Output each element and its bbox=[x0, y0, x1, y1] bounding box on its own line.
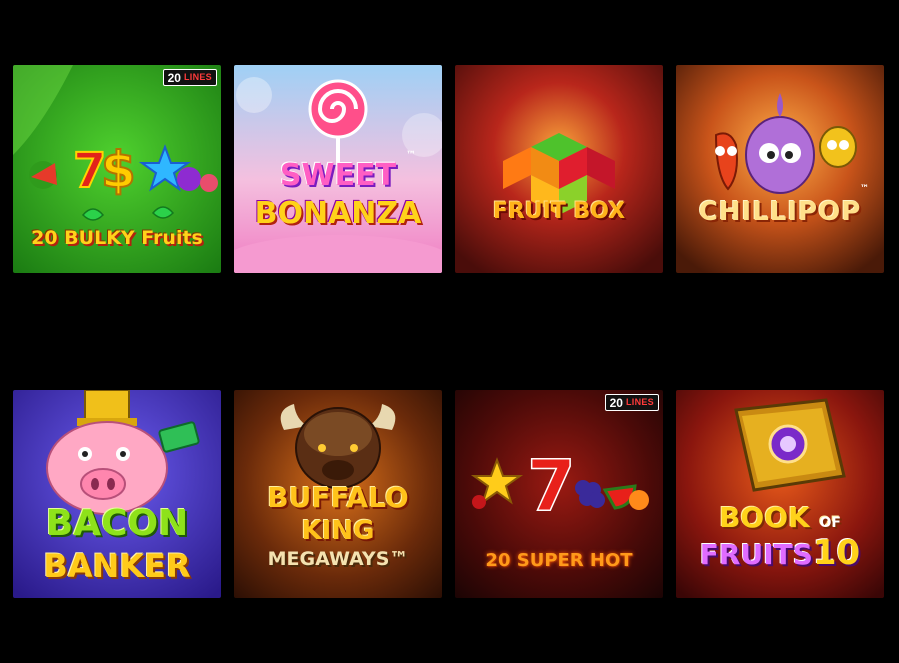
game-grid: 7 $ 20 LINES 20 BULKY Fruits SWEET BONAN… bbox=[0, 0, 899, 663]
game-tile-bacon-banker[interactable]: BACON BANKER bbox=[13, 390, 221, 598]
game-artwork-chillipop bbox=[676, 65, 884, 273]
game-tile-20-bulky-fruits[interactable]: 7 $ 20 LINES 20 BULKY Fruits bbox=[13, 65, 221, 273]
trademark-symbol: ™ bbox=[860, 184, 869, 194]
game-title-line-1: BACON bbox=[45, 503, 189, 544]
game-title-line-3: MEGAWAYS™ bbox=[267, 548, 409, 570]
lines-badge: 20 LINES bbox=[604, 394, 659, 411]
game-tile-sweet-bonanza[interactable]: SWEET BONANZA ™ bbox=[234, 65, 442, 273]
game-tile-chillipop[interactable]: CHILLIPOP ™ bbox=[676, 65, 884, 273]
badge-number: 20 bbox=[609, 395, 623, 410]
lines-badge: 20 LINES bbox=[162, 69, 217, 86]
svg-text:$: $ bbox=[101, 141, 136, 199]
game-title-line-1: BOOK bbox=[719, 501, 810, 534]
game-tile-20-super-hot[interactable]: 7 20 LINES 20 SUPER HOT bbox=[455, 390, 663, 598]
trademark-symbol: ™ bbox=[406, 150, 416, 161]
game-title-line-2: BONANZA bbox=[254, 196, 422, 231]
game-title-line-2: BANKER bbox=[43, 547, 191, 585]
game-tile-book-of-fruits-10[interactable]: BOOK OF FRUITS10 bbox=[676, 390, 884, 598]
badge-lines-label: LINES bbox=[183, 72, 212, 82]
badge-lines-label: LINES bbox=[625, 397, 654, 407]
game-title-line-1: SWEET bbox=[279, 158, 397, 193]
game-tile-buffalo-king-megaways[interactable]: BUFFALO KING MEGAWAYS™ bbox=[234, 390, 442, 598]
badge-number: 20 bbox=[167, 70, 181, 85]
game-title-number: 10 bbox=[812, 533, 861, 573]
game-artwork-fruit-box bbox=[455, 65, 663, 273]
svg-text:7: 7 bbox=[527, 445, 576, 527]
game-title-of: OF bbox=[819, 515, 841, 531]
game-title-line-2: FRUITS bbox=[699, 538, 813, 571]
game-title: 20 SUPER HOT bbox=[485, 550, 633, 571]
game-tile-fruit-box[interactable]: FRUIT BOX bbox=[455, 65, 663, 273]
game-title-line-2: KING bbox=[301, 516, 375, 546]
game-title-line-1: BUFFALO bbox=[267, 481, 409, 514]
game-title: FRUIT BOX bbox=[492, 199, 626, 224]
game-title: CHILLIPOP bbox=[698, 197, 862, 227]
game-title: 20 BULKY Fruits bbox=[31, 227, 203, 249]
